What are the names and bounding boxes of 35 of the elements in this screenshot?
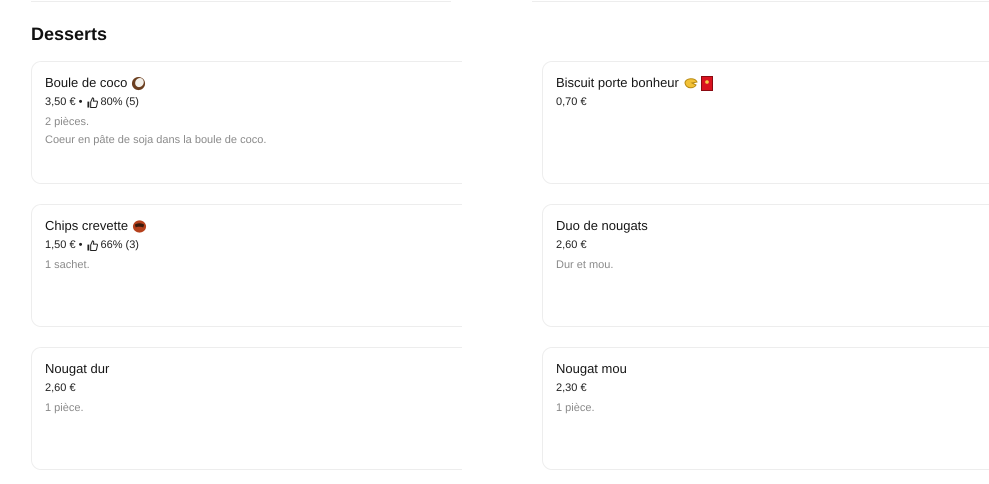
dish-description: 2 pièces. <box>45 115 90 130</box>
coconut-icon <box>131 76 146 90</box>
dish-name: Boule de coco <box>45 74 128 92</box>
dish-description: Dur et mou. <box>556 258 614 273</box>
dish-card[interactable]: Duo de nougats 2,60 € Dur et mou. <box>542 204 989 327</box>
dish-rating: 80% (5) <box>100 94 139 110</box>
dish-name: Nougat mou <box>556 360 627 378</box>
dish-description: 1 pièce. <box>45 401 84 416</box>
dish-card[interactable]: Biscuit porte bonheur 0,70 € <box>542 61 989 184</box>
thumbs-up-icon <box>87 240 98 250</box>
envelope-icon <box>700 76 713 90</box>
separator-dot: • <box>78 94 82 110</box>
dish-price: 0,70 € <box>556 94 587 110</box>
dish-description: Coeur en pâte de soja dans la boule de coco. <box>45 133 266 148</box>
section-title: Desserts <box>31 23 108 46</box>
dish-price: 1,50 € <box>45 238 76 253</box>
dish-rating: 66% (3) <box>100 238 139 253</box>
dish-price: 3,50 € <box>45 94 76 110</box>
dish-card[interactable]: Chips crevette 1,50 € • 66% (3) 1 sachet. <box>31 204 462 327</box>
dish-name: Chips crevette <box>45 217 128 236</box>
dish-name: Nougat dur <box>45 360 110 378</box>
dish-card[interactable]: Nougat mou 2,30 € 1 pièce. <box>542 347 989 470</box>
separator-dot: • <box>78 238 82 253</box>
dish-price: 2,60 € <box>45 380 76 396</box>
chip-icon <box>132 218 148 234</box>
dish-name: Duo de nougats <box>556 217 648 236</box>
dish-price: 2,60 € <box>556 238 587 253</box>
dish-description: 1 sachet. <box>45 258 90 273</box>
dish-card[interactable]: Nougat dur 2,60 € 1 pièce. <box>31 347 462 470</box>
dish-name: Biscuit porte bonheur <box>556 74 679 92</box>
cookie-icon <box>682 76 699 90</box>
dish-description: 1 pièce. <box>556 401 595 416</box>
dish-price: 2,30 € <box>556 380 587 396</box>
dish-card[interactable]: Boule de coco 3,50 € • 80% (5) 2 pièces. Coeur en pâte de soja dans la boule de coco. <box>31 61 462 184</box>
thumbs-up-icon <box>87 96 98 108</box>
